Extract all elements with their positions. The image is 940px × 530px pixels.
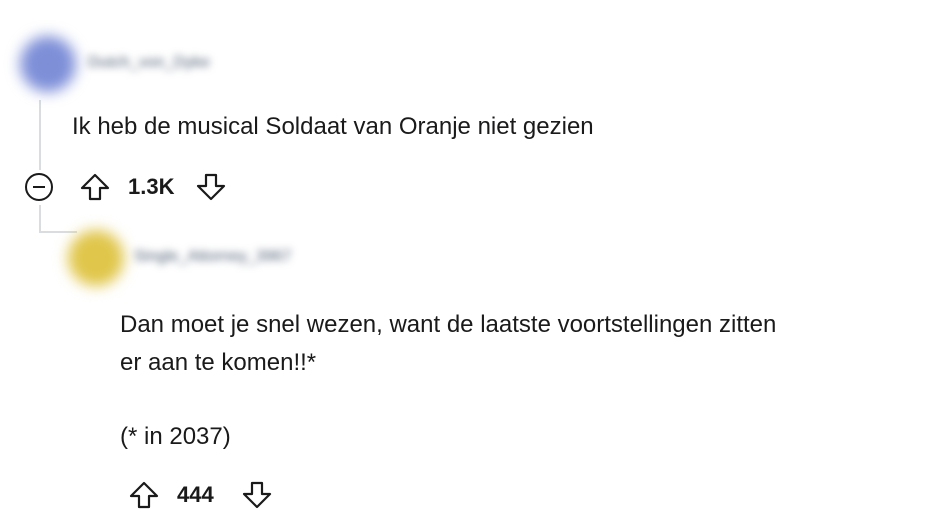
vote-score: 1.3K <box>128 174 175 199</box>
upvote-button[interactable] <box>79 171 111 203</box>
minus-circle-icon <box>33 186 45 188</box>
reply-body-line-2: er aan te komen!!* <box>120 349 317 376</box>
reply-avatar[interactable] <box>68 230 124 286</box>
reply-downvote-button[interactable] <box>241 479 273 511</box>
collapse-thread-button[interactable] <box>25 173 53 201</box>
avatar[interactable] <box>20 36 76 92</box>
comment-author[interactable]: Dutch_von_Dyke <box>88 54 210 72</box>
thread-line-main <box>39 100 41 170</box>
thread-line-child-elbow <box>39 231 77 233</box>
reply-body-line-1: Dan moet je snel wezen, want de laatste … <box>120 311 777 338</box>
reply-author[interactable]: Single_Attorney_3967 <box>134 248 291 266</box>
thread-line-child-connector <box>39 205 41 233</box>
reply-upvote-button[interactable] <box>128 479 160 511</box>
reply-footnote: (* in 2037) <box>120 423 231 450</box>
downvote-button[interactable] <box>195 171 227 203</box>
comment-body: Ik heb de musical Soldaat van Oranje nie… <box>72 113 594 140</box>
reply-vote-score: 444 <box>177 482 214 507</box>
